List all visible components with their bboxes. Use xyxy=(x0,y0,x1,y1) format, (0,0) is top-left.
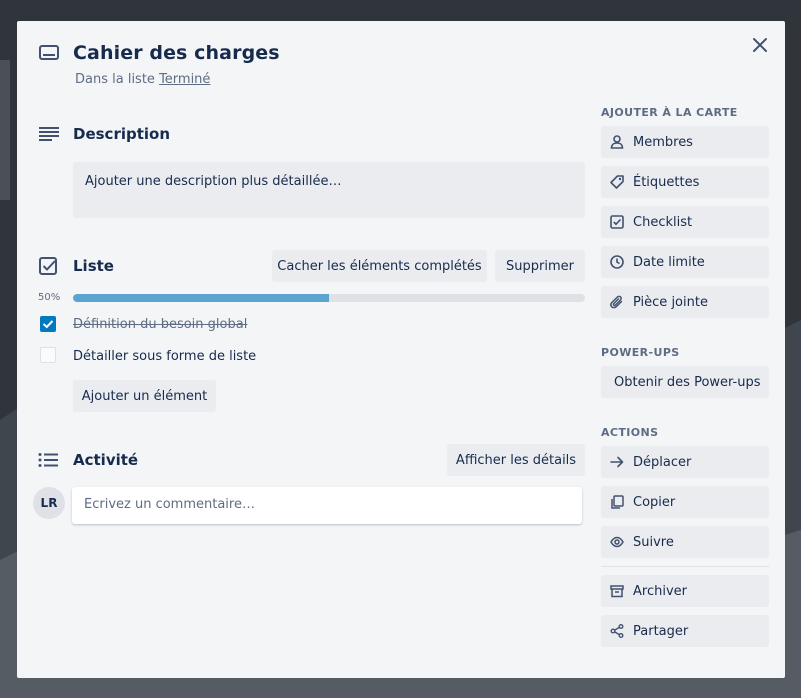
checklist-heading: Liste xyxy=(73,257,114,275)
clock-icon xyxy=(610,255,624,269)
comment-input[interactable] xyxy=(72,487,576,522)
share-label: Partager xyxy=(633,623,689,639)
share-button[interactable]: Partager xyxy=(601,615,769,647)
labels-button[interactable]: Étiquettes xyxy=(601,166,769,198)
watch-button[interactable]: Suivre xyxy=(601,526,769,558)
tag-icon xyxy=(610,175,624,189)
checklist-icon xyxy=(610,215,624,229)
card-icon xyxy=(39,45,59,61)
progress-bar xyxy=(73,294,585,302)
description-editor[interactable]: Ajouter une description plus détaillée… xyxy=(73,162,585,218)
description-heading: Description xyxy=(73,125,171,143)
description-placeholder: Ajouter une description plus détaillée… xyxy=(85,174,342,189)
paperclip-icon xyxy=(610,295,624,309)
members-button[interactable]: Membres xyxy=(601,126,769,158)
comment-box[interactable] xyxy=(72,487,582,524)
actions-divider xyxy=(601,566,769,567)
eye-icon xyxy=(610,535,624,549)
add-item-button[interactable]: Ajouter un élément xyxy=(73,380,216,412)
close-icon[interactable] xyxy=(750,35,770,55)
archive-icon xyxy=(610,584,624,598)
actions-heading: ACTIONS xyxy=(601,426,659,439)
copy-label: Copier xyxy=(633,494,676,510)
progress-percent: 50% xyxy=(38,292,61,303)
labels-label: Étiquettes xyxy=(633,174,700,190)
description-icon xyxy=(39,127,59,141)
delete-checklist-button[interactable]: Supprimer xyxy=(495,250,585,282)
checklist-icon xyxy=(39,257,57,275)
checklist-item-text[interactable]: Définition du besoin global xyxy=(73,317,247,332)
due-date-label: Date limite xyxy=(633,254,705,270)
add-to-card-heading: AJOUTER À LA CARTE xyxy=(601,106,738,119)
copy-button[interactable]: Copier xyxy=(601,486,769,518)
get-powerups-label: Obtenir des Power-ups xyxy=(614,374,761,390)
move-button[interactable]: Déplacer xyxy=(601,446,769,478)
checklist-button[interactable]: Checklist xyxy=(601,206,769,238)
checklist-item-checkbox[interactable] xyxy=(40,316,56,332)
show-details-button[interactable]: Afficher les détails xyxy=(447,444,585,476)
attachment-label: Pièce jointe xyxy=(633,294,708,310)
checklist-label: Checklist xyxy=(633,214,693,230)
checklist-item-checkbox[interactable] xyxy=(40,347,56,363)
list-prefix: Dans la liste xyxy=(75,72,160,87)
list-link[interactable]: Terminé xyxy=(159,72,210,87)
hide-completed-button[interactable]: Cacher les éléments complétés xyxy=(272,250,487,282)
share-icon xyxy=(610,624,624,638)
members-label: Membres xyxy=(633,134,693,150)
get-powerups-button[interactable]: Obtenir des Power-ups xyxy=(601,366,769,398)
card-detail-modal: Cahier des charges Dans la liste Terminé… xyxy=(17,21,785,678)
copy-icon xyxy=(610,495,624,509)
activity-icon xyxy=(38,453,58,467)
avatar[interactable]: LR xyxy=(33,487,65,519)
arrow-right-icon xyxy=(610,455,624,469)
activity-heading: Activité xyxy=(73,451,139,469)
archive-button[interactable]: Archiver xyxy=(601,575,769,607)
move-label: Déplacer xyxy=(633,454,692,470)
watch-label: Suivre xyxy=(633,534,674,550)
card-title[interactable]: Cahier des charges xyxy=(73,42,280,64)
archive-label: Archiver xyxy=(633,583,687,599)
checklist-item-text[interactable]: Détailler sous forme de liste xyxy=(73,349,256,364)
attachment-button[interactable]: Pièce jointe xyxy=(601,286,769,318)
due-date-button[interactable]: Date limite xyxy=(601,246,769,278)
progress-fill xyxy=(73,294,329,302)
person-icon xyxy=(610,135,624,149)
card-list-info: Dans la liste Terminé xyxy=(75,72,210,87)
powerups-heading: POWER-UPS xyxy=(601,346,680,359)
